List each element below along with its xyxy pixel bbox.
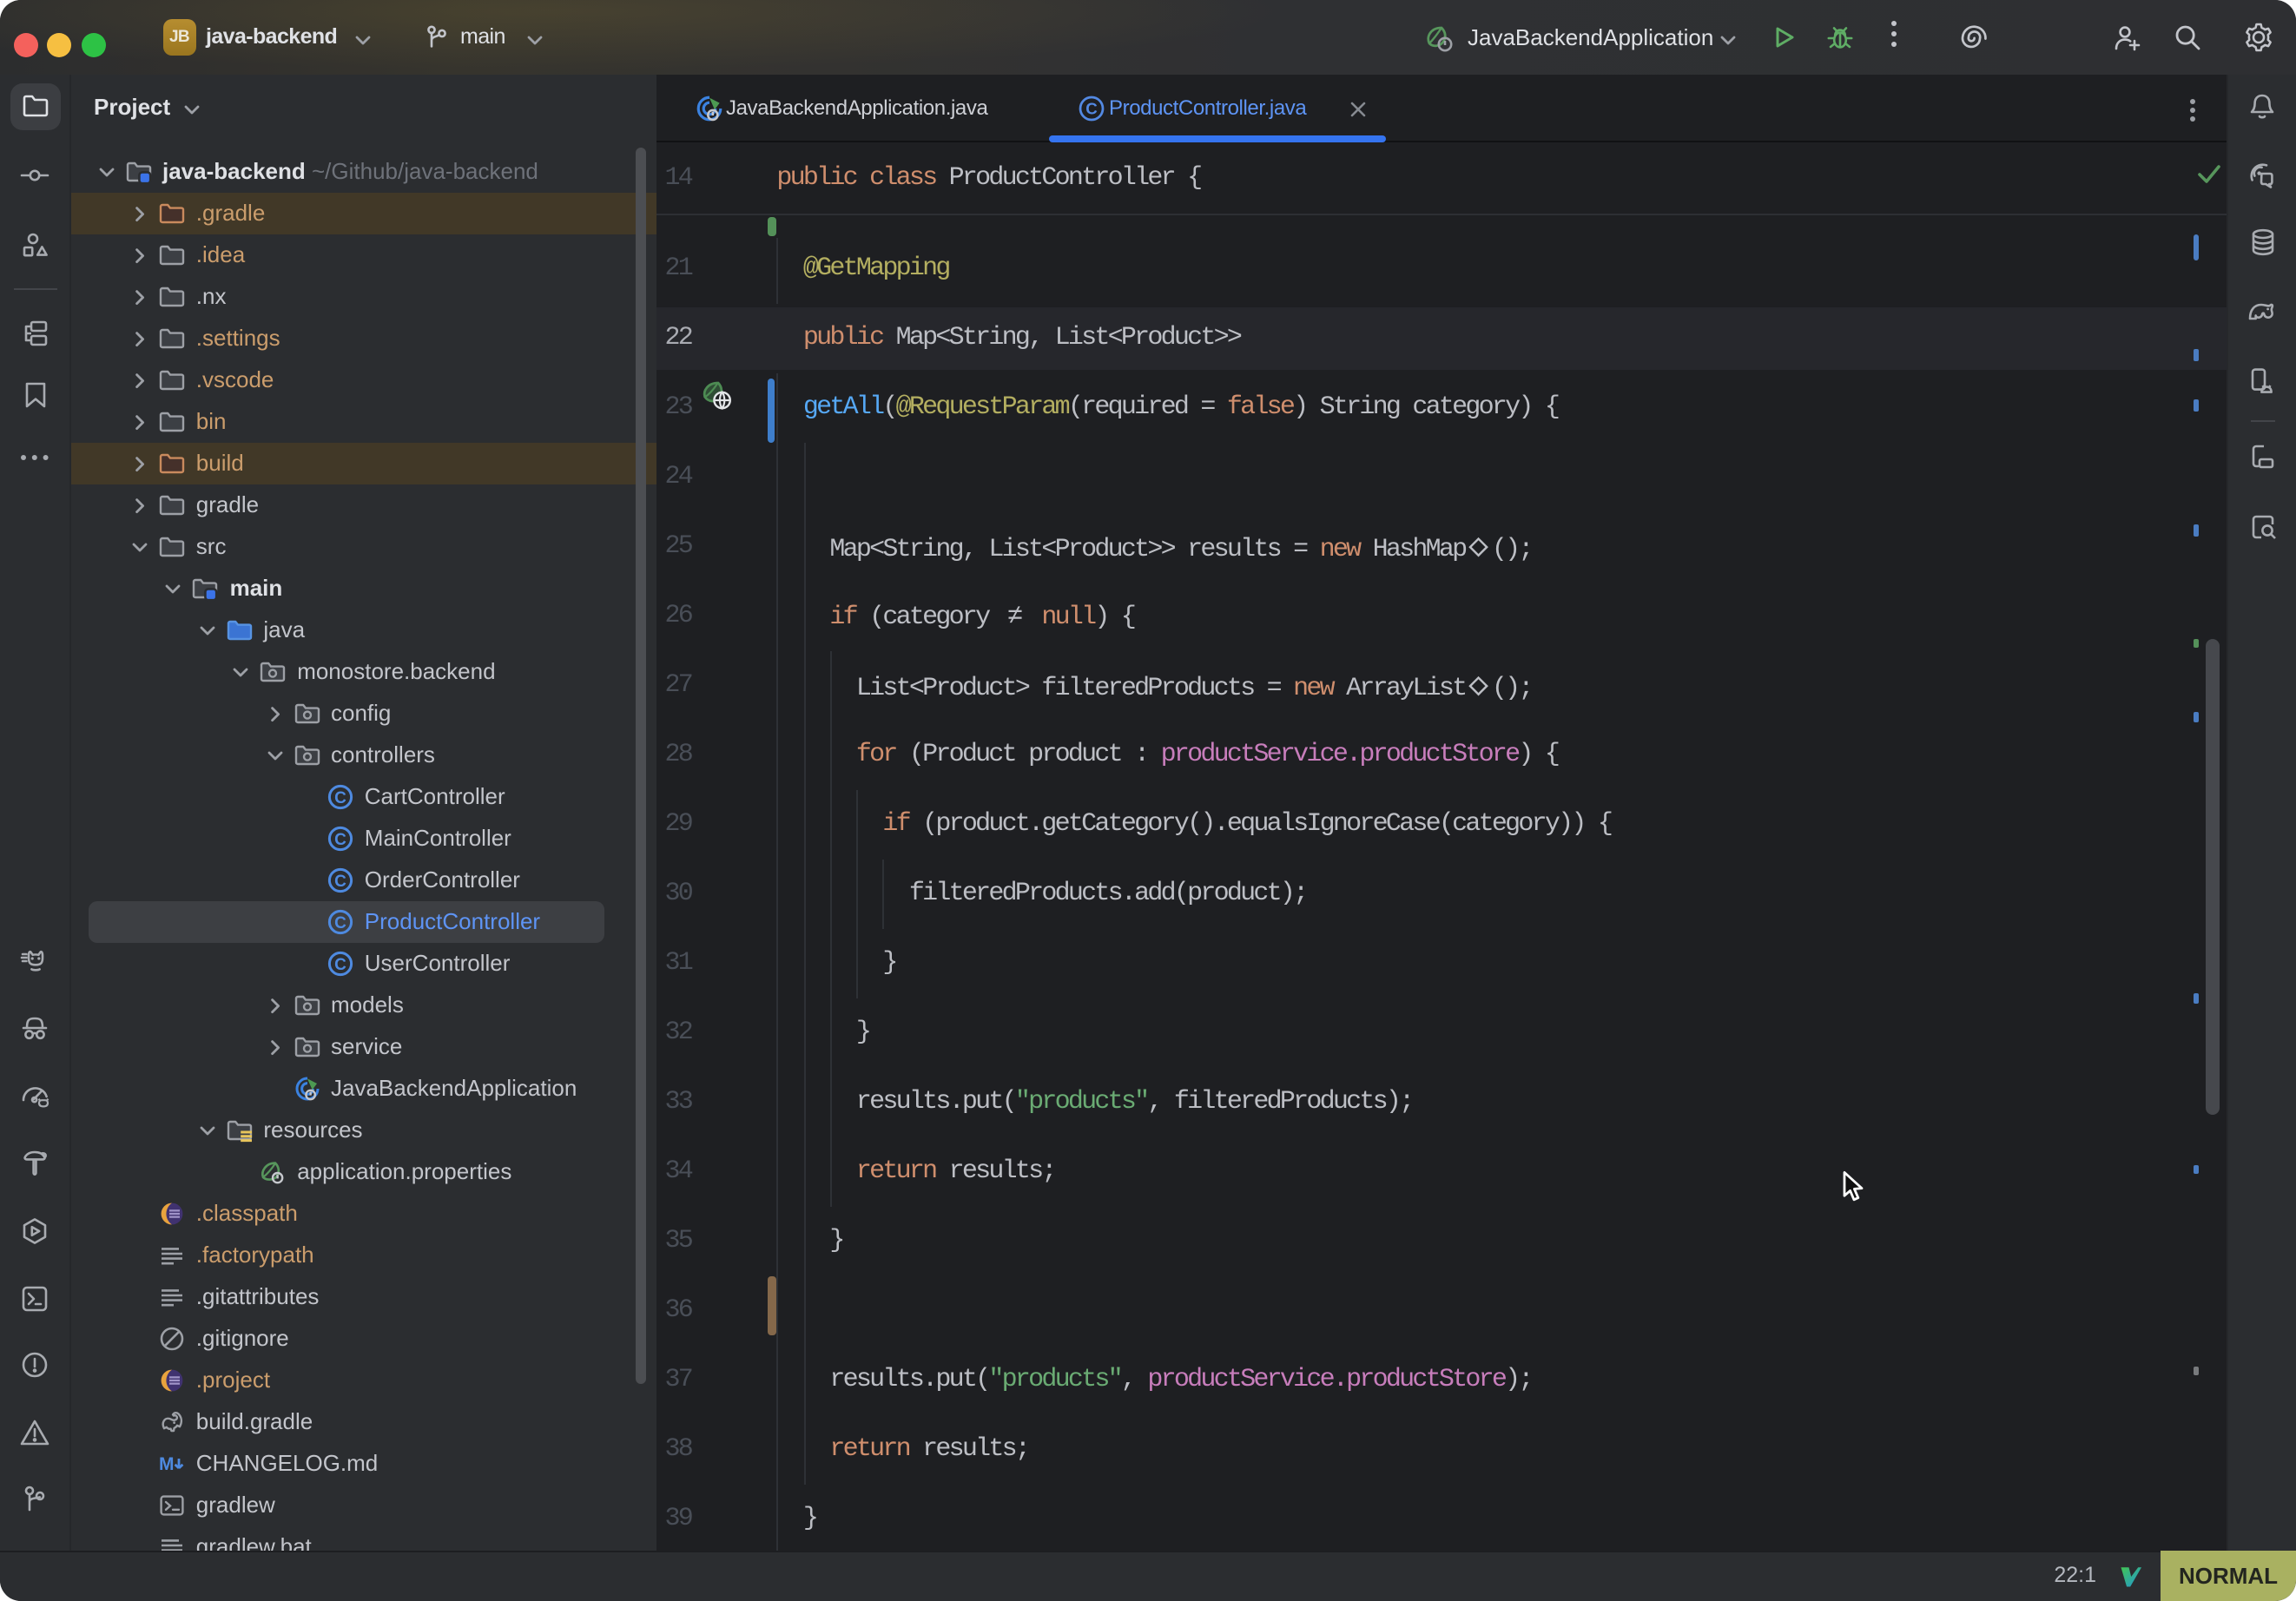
svg-text:C: C bbox=[334, 788, 346, 807]
svg-text:C: C bbox=[334, 872, 346, 890]
svg-text:C: C bbox=[334, 830, 346, 848]
svg-text:C: C bbox=[334, 955, 346, 973]
svg-text:C: C bbox=[334, 913, 346, 932]
svg-text:M: M bbox=[159, 1453, 175, 1473]
svg-text:C: C bbox=[1085, 99, 1097, 117]
